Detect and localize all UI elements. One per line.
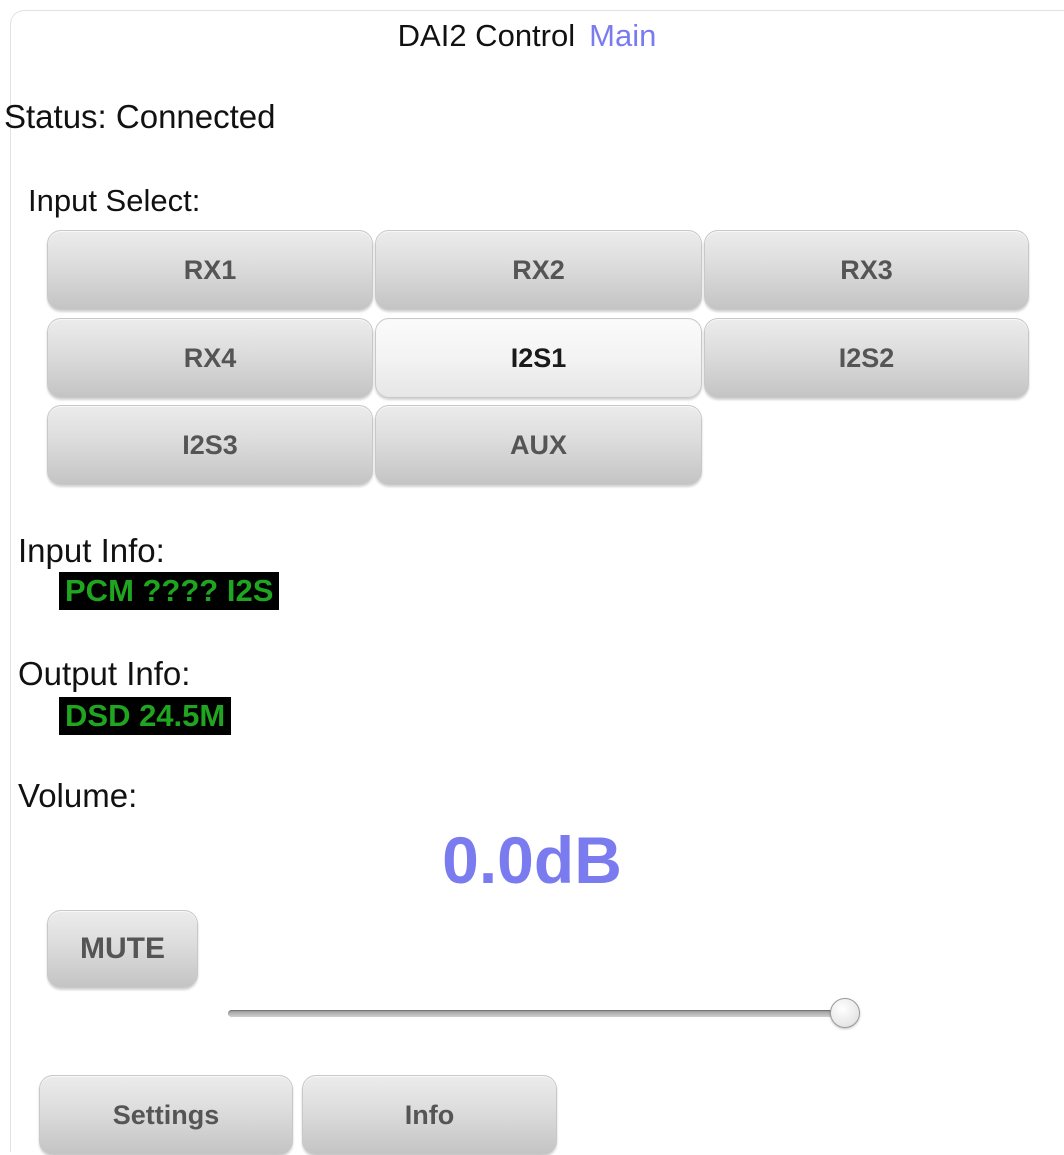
volume-label: Volume: <box>18 777 138 814</box>
status-text: Status: Connected <box>4 98 276 135</box>
input-info-display: PCM ???? I2S <box>59 572 280 610</box>
input-button-aux[interactable]: AUX <box>375 405 702 485</box>
app-title: DAI2 Control <box>397 18 576 53</box>
settings-button[interactable]: Settings <box>39 1075 293 1155</box>
input-button-i2s3[interactable]: I2S3 <box>47 405 373 485</box>
title-bar: DAI2 Control Main <box>0 18 1054 54</box>
input-button-rx1[interactable]: RX1 <box>47 230 373 310</box>
input-button-i2s2[interactable]: I2S2 <box>704 318 1029 398</box>
input-info-label: Input Info: <box>18 532 165 569</box>
input-select-label: Input Select: <box>28 183 201 218</box>
output-info-display: DSD 24.5M <box>59 697 232 735</box>
volume-slider-thumb[interactable] <box>830 998 860 1028</box>
input-button-rx4[interactable]: RX4 <box>47 318 373 398</box>
mute-button[interactable]: MUTE <box>47 910 198 988</box>
info-button[interactable]: Info <box>302 1075 557 1155</box>
volume-slider-track[interactable] <box>228 1010 848 1017</box>
volume-value: 0.0dB <box>442 823 622 897</box>
input-button-i2s1[interactable]: I2S1 <box>375 318 702 398</box>
input-button-rx2[interactable]: RX2 <box>375 230 702 310</box>
input-button-rx3[interactable]: RX3 <box>704 230 1029 310</box>
output-info-label: Output Info: <box>18 655 191 692</box>
main-nav-link[interactable]: Main <box>589 18 656 53</box>
